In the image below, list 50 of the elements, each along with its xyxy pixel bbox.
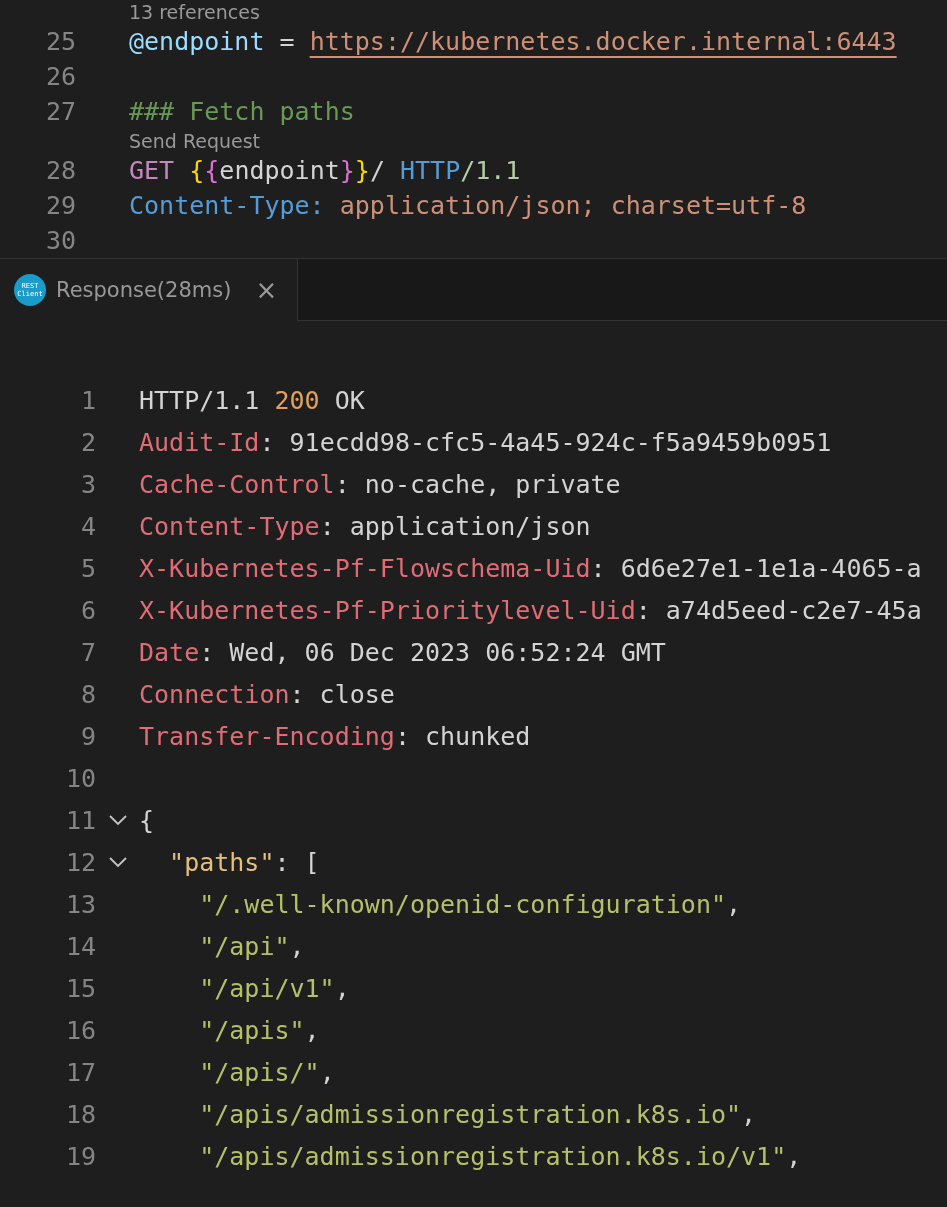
- line-number: 13: [64, 889, 96, 919]
- line-number: 28: [44, 156, 76, 185]
- line-number: 2: [79, 427, 96, 457]
- code-line: "/apis/admissionregistration.k8s.io/v1",: [198, 1141, 802, 1171]
- line-number: 9: [79, 721, 96, 751]
- line-number: 27: [44, 97, 76, 126]
- code-line: Content-Type: application/json; charset=utf-8: [129, 191, 807, 220]
- code-line: "/.well-known/openid-configuration",: [198, 889, 742, 919]
- code-line: "/apis",: [198, 1015, 320, 1045]
- line-number: 12: [64, 847, 96, 877]
- line-number: 7: [79, 637, 96, 667]
- close-button[interactable]: ×: [251, 275, 282, 305]
- code-line: GET {{endpoint}}/ HTTP/1.1: [129, 156, 521, 185]
- line-number: 26: [44, 62, 76, 91]
- line-number: 8: [79, 679, 96, 709]
- line-number: 10: [64, 763, 96, 793]
- line-number: 29: [44, 191, 76, 220]
- code-line: "/apis/admissionregistration.k8s.io",: [198, 1099, 757, 1129]
- code-line: "/apis/",: [198, 1057, 335, 1087]
- code-line: Connection: close: [139, 679, 395, 709]
- line-number: 6: [79, 595, 96, 625]
- codelens-link[interactable]: Send Request: [129, 130, 261, 152]
- code-line: X-Kubernetes-Pf-Flowschema-Uid: 6d6e27e1-1e1a-4065-a: [139, 553, 922, 583]
- code-line: ### Fetch paths: [129, 97, 355, 126]
- code-line: @endpoint = https://kubernetes.docker.internal:6443: [129, 27, 897, 56]
- code-line: Cache-Control: no-cache, private: [139, 469, 621, 499]
- code-line: {: [139, 805, 155, 835]
- code-line: Transfer-Encoding: chunked: [139, 721, 531, 751]
- line-number: 14: [64, 931, 96, 961]
- code-line: Content-Type: application/json: [139, 511, 591, 541]
- code-line: Date: Wed, 06 Dec 2023 06:52:24 GMT: [139, 637, 666, 667]
- line-number: 15: [64, 973, 96, 1003]
- code-line: X-Kubernetes-Pf-Prioritylevel-Uid: a74d5eed-c2e7-45a: [139, 595, 922, 625]
- line-number: 30: [44, 226, 76, 255]
- line-number: 17: [64, 1057, 96, 1087]
- line-number: 16: [64, 1015, 96, 1045]
- line-number: 5: [79, 553, 96, 583]
- line-number: 25: [44, 27, 76, 56]
- line-number: 11: [64, 805, 96, 835]
- line-number: 19: [64, 1141, 96, 1171]
- line-number: 18: [64, 1099, 96, 1129]
- codelens-link[interactable]: 13 references: [129, 1, 260, 23]
- code-line: "/api",: [198, 931, 305, 961]
- line-number: 4: [79, 511, 96, 541]
- code-line: Audit-Id: 91ecdd98-cfc5-4a45-924c-f5a9459b0951: [139, 427, 832, 457]
- line-number: 1: [79, 385, 96, 415]
- code-line: "/api/v1",: [198, 973, 350, 1003]
- code-line: "paths": [: [168, 847, 320, 877]
- line-number: 3: [79, 469, 96, 499]
- code-line: HTTP/1.1 200 OK: [139, 385, 365, 415]
